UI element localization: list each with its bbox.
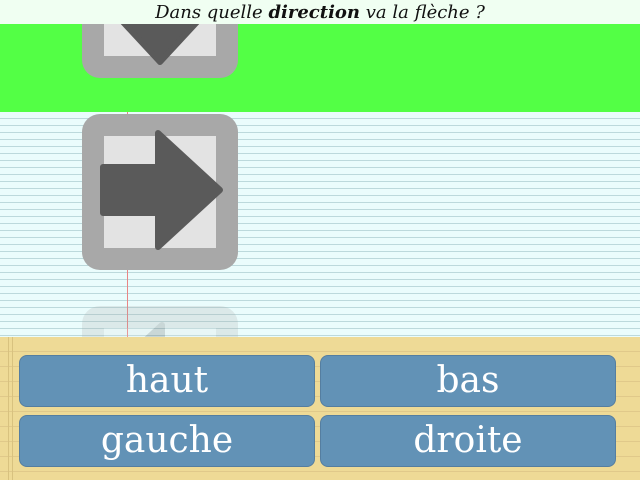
game-stage: Dans quelle direction va la flèche ? hau… <box>0 0 640 480</box>
question-title: Dans quelle direction va la flèche ? <box>0 0 640 24</box>
answer-right-button[interactable]: droite <box>320 415 616 467</box>
panel-margin-line <box>8 337 9 480</box>
current-arrow-tile <box>82 114 238 270</box>
answer-left-button[interactable]: gauche <box>19 415 315 467</box>
question-text-after: va la flèche ? <box>360 2 485 23</box>
answer-down-button[interactable]: bas <box>320 355 616 407</box>
question-keyword: direction <box>268 2 361 23</box>
question-text-before: Dans quelle <box>155 2 269 23</box>
answer-up-button[interactable]: haut <box>19 355 315 407</box>
panel-margin-line <box>12 337 13 480</box>
right-arrow-icon <box>100 130 223 250</box>
